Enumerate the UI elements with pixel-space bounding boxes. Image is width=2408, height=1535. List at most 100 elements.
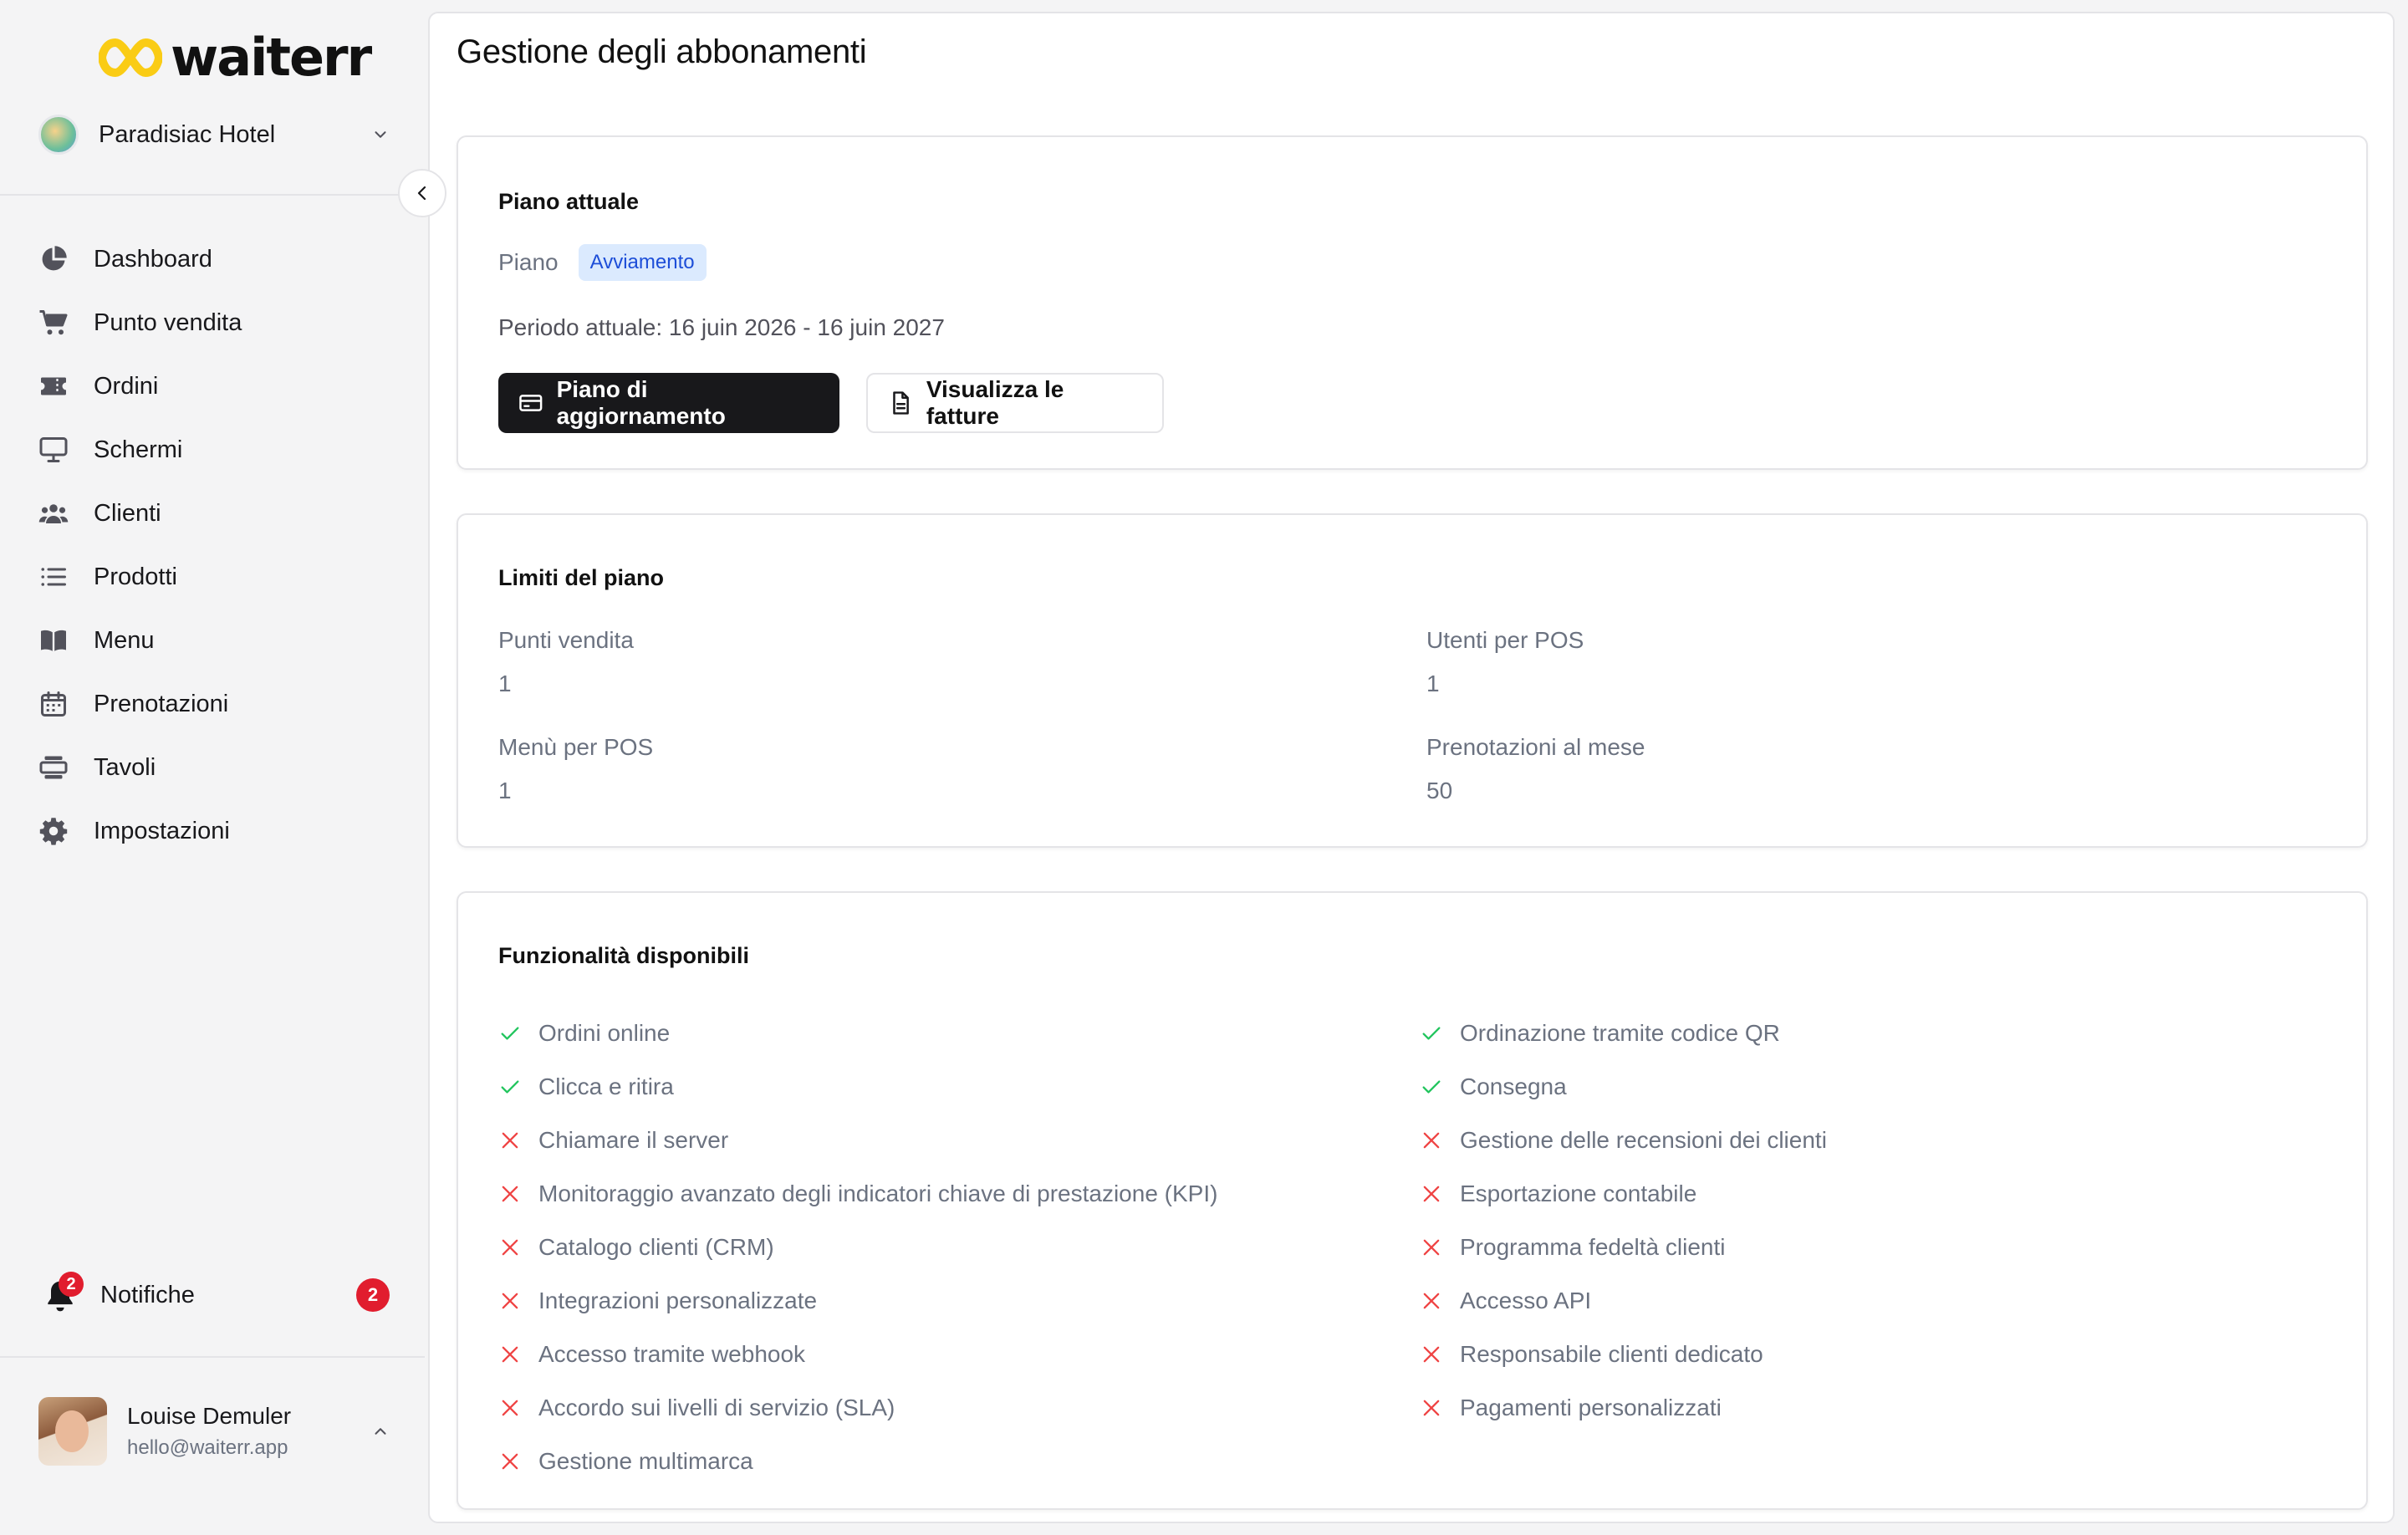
feature-label: Accesso API: [1460, 1288, 1592, 1313]
limit-label: Punti vendita: [498, 627, 634, 653]
feature-item: Accesso API: [1420, 1274, 1827, 1328]
feature-item: Programma fedeltà clienti: [1420, 1221, 1827, 1274]
feature-item: Gestione delle recensioni dei clienti: [1420, 1114, 1827, 1167]
sidebar-item-tavoli[interactable]: Tavoli: [38, 736, 390, 799]
x-icon: [1423, 1186, 1440, 1202]
x-icon: [502, 1132, 518, 1149]
brand-logo[interactable]: waiterr: [99, 32, 372, 84]
x-icon: [502, 1400, 518, 1416]
sidebar-item-label: Clienti: [94, 499, 161, 527]
chevron-up-icon: [375, 1428, 386, 1435]
feature-label: Accesso tramite webhook: [538, 1341, 806, 1367]
x-icon: [1423, 1400, 1440, 1416]
feature-item: Accordo sui livelli di servizio (SLA): [498, 1381, 1217, 1435]
notifications-item[interactable]: 2 Notifiche 2: [38, 1269, 390, 1321]
limit-item: Utenti per POS 1: [1426, 627, 1584, 697]
current-plan-title: Piano attuale: [498, 189, 640, 214]
feature-label: Pagamenti personalizzati: [1460, 1395, 1722, 1420]
feature-label: Esportazione contabile: [1460, 1181, 1697, 1206]
user-email: hello@waiterr.app: [127, 1436, 288, 1459]
feature-item: Esportazione contabile: [1420, 1167, 1827, 1221]
feature-label: Chiamare il server: [538, 1127, 729, 1153]
limit-item: Prenotazioni al mese 50: [1426, 734, 1645, 804]
feature-item: Chiamare il server: [498, 1114, 1217, 1167]
plan-label: Piano: [498, 249, 559, 275]
limit-label: Utenti per POS: [1426, 627, 1584, 653]
bell-badge: 2: [59, 1272, 84, 1297]
sidebar: waiterr Paradisiac Hotel Dashboard Punto…: [0, 0, 425, 1535]
infinity-logo-icon: [99, 38, 162, 77]
feature-item: Gestione multimarca: [498, 1435, 1217, 1488]
feature-label: Monitoraggio avanzato degli indicatori c…: [538, 1181, 1218, 1206]
x-icon: [502, 1453, 518, 1470]
feature-label: Ordinazione tramite codice QR: [1460, 1020, 1780, 1046]
sidebar-item-label: Dashboard: [94, 245, 212, 273]
organization-avatar: [38, 115, 79, 155]
sidebar-item-label: Schermi: [94, 436, 183, 463]
feature-label: Responsabile clienti dedicato: [1460, 1341, 1763, 1367]
feature-label: Integrazioni personalizzate: [538, 1288, 818, 1313]
feature-label: Accordo sui livelli di servizio (SLA): [538, 1395, 895, 1420]
sidebar-item-ordini[interactable]: Ordini: [38, 354, 390, 418]
features-right-column: Ordinazione tramite codice QR Consegna Ges…: [1420, 1007, 1827, 1435]
organization-name: Paradisiac Hotel: [99, 120, 276, 148]
feature-label: Programma fedeltà clienti: [1460, 1234, 1726, 1260]
check-icon: [1422, 1080, 1441, 1094]
limit-value: 1: [498, 671, 512, 696]
user-divider: [0, 1356, 425, 1358]
sidebar-item-schermi[interactable]: Schermi: [38, 418, 390, 482]
main-content: Gestione degli abbonamenti Piano attuale…: [428, 12, 2395, 1523]
ticket-icon: [41, 377, 66, 395]
check-icon: [1422, 1027, 1441, 1040]
feature-item: Ordini online: [498, 1007, 1217, 1060]
organization-switcher[interactable]: Paradisiac Hotel: [38, 110, 390, 159]
user-name: Louise Demuler: [127, 1403, 292, 1429]
x-icon: [1423, 1239, 1440, 1256]
table-icon: [39, 756, 68, 779]
upgrade-plan-button[interactable]: Piano di aggiornamento: [498, 373, 839, 433]
plan-badge: Avviamento: [578, 244, 707, 281]
feature-label: Consegna: [1460, 1073, 1567, 1099]
avatar: [38, 1397, 107, 1466]
x-icon: [502, 1293, 518, 1309]
sidebar-nav: Dashboard Punto vendita Ordini Schermi C…: [38, 227, 390, 863]
sidebar-item-label: Impostazioni: [94, 817, 230, 844]
limit-value: 50: [1426, 778, 1453, 803]
sidebar-item-label: Tavoli: [94, 753, 156, 781]
sidebar-item-impostazioni[interactable]: Impostazioni: [38, 799, 390, 863]
feature-item: Ordinazione tramite codice QR: [1420, 1007, 1827, 1060]
sidebar-item-label: Prodotti: [94, 563, 177, 590]
chevron-down-icon: [375, 131, 386, 138]
gear-icon: [39, 818, 68, 845]
feature-label: Clicca e ritira: [538, 1073, 674, 1099]
sidebar-item-menu[interactable]: Menu: [38, 609, 390, 672]
sidebar-item-dashboard[interactable]: Dashboard: [38, 227, 390, 291]
feature-item: Consegna: [1420, 1060, 1827, 1114]
x-icon: [502, 1186, 518, 1202]
feature-item: Pagamenti personalizzati: [1420, 1381, 1827, 1435]
feature-label: Gestione multimarca: [538, 1448, 753, 1474]
sidebar-item-punto-vendita[interactable]: Punto vendita: [38, 291, 390, 354]
limit-label: Menù per POS: [498, 734, 654, 760]
x-icon: [1423, 1346, 1440, 1363]
limit-item: Punti vendita 1: [498, 627, 634, 697]
credit-card-icon: [519, 395, 543, 411]
feature-item: Clicca e ritira: [498, 1060, 1217, 1114]
plan-limits-card: Limiti del piano Punti vendita 1 Utenti …: [457, 513, 2368, 848]
limit-label: Prenotazioni al mese: [1426, 734, 1645, 760]
user-menu[interactable]: Louise Demuler hello@waiterr.app: [38, 1396, 390, 1466]
user-info: Louise Demuler hello@waiterr.app: [127, 1403, 371, 1460]
sidebar-item-prodotti[interactable]: Prodotti: [38, 545, 390, 609]
limit-value: 1: [498, 778, 512, 803]
sidebar-item-prenotazioni[interactable]: Prenotazioni: [38, 672, 390, 736]
feature-label: Ordini online: [538, 1020, 671, 1046]
sidebar-item-clienti[interactable]: Clienti: [38, 482, 390, 545]
view-invoices-label: Visualizza le fatture: [926, 376, 1064, 429]
features-left-column: Ordini online Clicca e ritira Chiamare il …: [498, 1007, 1217, 1488]
view-invoices-button[interactable]: Visualizza le fatture: [866, 373, 1164, 433]
x-icon: [502, 1239, 518, 1256]
current-plan-card: Piano attuale Piano Avviamento Periodo a…: [457, 135, 2368, 470]
pie-chart-icon: [42, 246, 67, 271]
features-title: Funzionalità disponibili: [498, 943, 749, 968]
collapse-sidebar-button[interactable]: [398, 169, 446, 217]
